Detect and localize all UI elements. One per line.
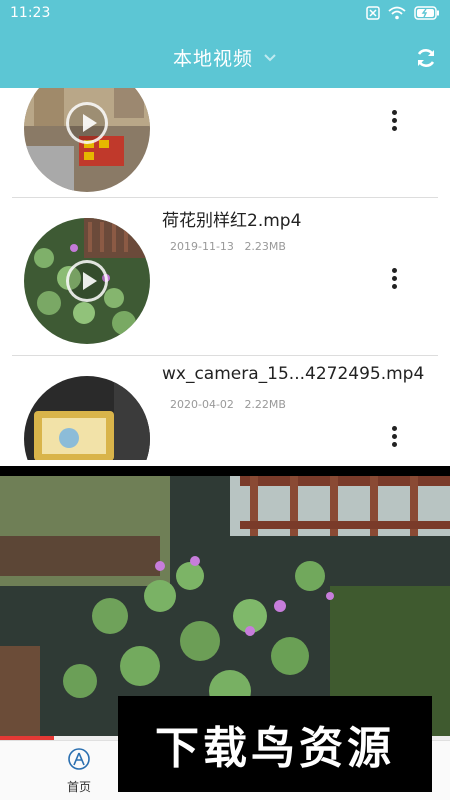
watermark-logo: 下载鸟资源 (118, 696, 432, 792)
nav-label-home: 首页 (66, 780, 91, 794)
video-date: 2020-04-02 (170, 398, 234, 411)
title-dropdown[interactable]: 本地视频 (0, 44, 450, 71)
play-icon[interactable] (66, 101, 108, 144)
watermark-text: 下载鸟资源 (155, 723, 395, 774)
video-meta: 2020-04-02 2.22MB (170, 398, 286, 411)
list-item[interactable]: 荷花别样红2.mp4 2019-11-13 2.23MB (12, 198, 438, 356)
play-icon[interactable] (66, 260, 108, 302)
more-options-icon[interactable] (390, 426, 398, 450)
video-date: 2019-11-13 (170, 240, 234, 253)
list-item[interactable] (12, 88, 438, 198)
page-title: 本地视频 (172, 48, 253, 70)
list-item[interactable]: wx_camera_15...4272495.mp4 2020-04-02 2.… (12, 356, 438, 460)
wifi-icon (388, 6, 406, 20)
video-thumbnail[interactable] (24, 218, 150, 344)
video-size: 2.23MB (244, 240, 286, 253)
video-name: 荷花别样红2.mp4 (162, 211, 302, 231)
nav-item-home[interactable]: 首页 (34, 747, 124, 795)
video-list[interactable]: 荷花别样红2.mp4 2019-11-13 2.23MB wx_camera_1… (0, 88, 450, 460)
app-bar: 本地视频 (0, 28, 450, 88)
status-time: 11:23 (10, 5, 51, 21)
more-options-icon[interactable] (390, 110, 398, 134)
home-antenna-icon (68, 748, 90, 770)
video-meta: 2019-11-13 2.23MB (170, 240, 286, 253)
video-name: wx_camera_15...4272495.mp4 (162, 364, 425, 384)
video-thumbnail[interactable] (24, 376, 150, 460)
refresh-icon[interactable] (414, 46, 438, 70)
video-size: 2.22MB (244, 398, 286, 411)
notification-icon (366, 6, 380, 20)
battery-icon (414, 6, 439, 20)
chevron-down-icon (264, 53, 276, 61)
more-options-icon[interactable] (390, 268, 398, 292)
status-bar: 11:23 (0, 0, 450, 28)
thumbnail-image (24, 376, 150, 460)
video-thumbnail[interactable] (24, 88, 150, 192)
